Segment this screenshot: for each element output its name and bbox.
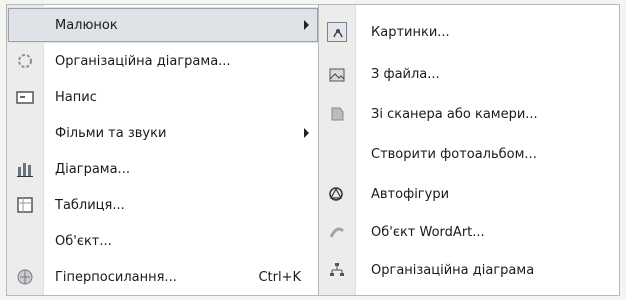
submenu-item-autoshapes[interactable]: Автофігури [319, 175, 619, 213]
submenu-item-label: Об'єкт WordArt... [371, 224, 485, 240]
scanner-icon [327, 104, 347, 124]
menu-item-table[interactable]: Таблиця... [7, 187, 319, 223]
menu-item-label: Організаційна діаграма... [55, 53, 231, 69]
submenu-item-label: Організаційна діаграма [371, 262, 535, 278]
table-icon [15, 195, 35, 215]
submenu-arrow-icon [304, 20, 309, 30]
insert-menu: Малюнок Організаційна діаграма... Напис … [6, 4, 320, 296]
menu-item-picture[interactable]: Малюнок [7, 7, 319, 43]
submenu-item-from-scanner[interactable]: Зі сканера або камери... [319, 95, 619, 133]
menu-item-label: Таблиця... [55, 197, 125, 213]
menu-item-label: Об'єкт... [55, 233, 112, 249]
menu-item-label: Напис [55, 89, 97, 105]
picture-submenu: Картинки... З файла... Зі сканера або ка… [318, 4, 620, 296]
picture-file-icon [327, 64, 347, 84]
submenu-item-label: З файла... [371, 66, 440, 82]
menu-item-label: Діаграма... [55, 161, 130, 177]
menu-item-org-chart[interactable]: Організаційна діаграма... [7, 43, 319, 79]
submenu-item-label: Автофігури [371, 186, 450, 202]
text-box-icon [15, 87, 35, 107]
submenu-item-clip-art[interactable]: Картинки... [319, 13, 619, 51]
submenu-item-org-chart[interactable]: Організаційна діаграма [319, 251, 619, 289]
menu-item-text-box[interactable]: Напис [7, 79, 319, 115]
submenu-item-label: Зі сканера або камери... [371, 106, 538, 122]
submenu-item-from-file[interactable]: З файла... [319, 55, 619, 93]
submenu-item-wordart[interactable]: Об'єкт WordArt... [319, 213, 619, 251]
menu-item-label: Фільми та звуки [55, 125, 167, 141]
hyperlink-icon [15, 267, 35, 287]
org-chart-icon [327, 260, 347, 280]
org-chart-icon [15, 51, 35, 71]
chart-icon [15, 159, 35, 179]
submenu-item-photo-album[interactable]: Створити фотоальбом... [319, 135, 619, 173]
submenu-arrow-icon [304, 128, 309, 138]
menu-item-object[interactable]: Об'єкт... [7, 223, 319, 259]
wordart-icon [327, 222, 347, 242]
menu-item-hyperlink[interactable]: Гіперпосилання... Ctrl+K [7, 259, 319, 295]
menu-item-shortcut: Ctrl+K [258, 269, 301, 285]
clip-art-icon [327, 22, 347, 42]
autoshapes-icon [327, 184, 347, 204]
menu-item-label: Гіперпосилання... [55, 269, 177, 285]
menu-item-chart[interactable]: Діаграма... [7, 151, 319, 187]
submenu-item-label: Створити фотоальбом... [371, 146, 537, 162]
menu-item-movies-sounds[interactable]: Фільми та звуки [7, 115, 319, 151]
menu-item-label: Малюнок [55, 17, 118, 33]
submenu-item-label: Картинки... [371, 24, 450, 40]
